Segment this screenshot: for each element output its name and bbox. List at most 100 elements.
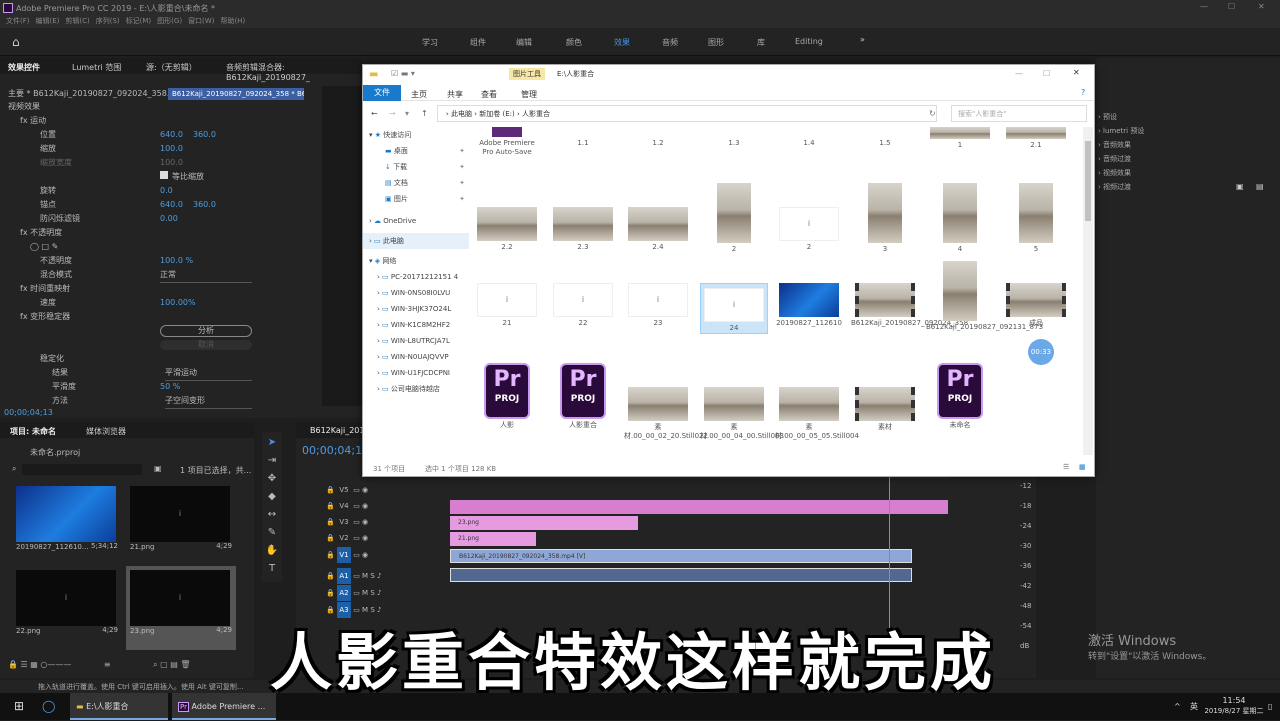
- file-item[interactable]: 素材: [851, 387, 919, 432]
- project-item[interactable]: ⅰ 21.png 4;29: [130, 486, 232, 562]
- file-item[interactable]: 5: [1002, 183, 1070, 254]
- lock-icon[interactable]: 🔒: [326, 502, 335, 510]
- a1-clip[interactable]: [450, 568, 912, 582]
- selection-tool-icon[interactable]: ➤: [265, 436, 279, 450]
- mute-button[interactable]: M: [362, 572, 368, 580]
- anchor-y-value[interactable]: 360.0: [193, 198, 216, 212]
- track-label[interactable]: V1: [336, 547, 351, 563]
- menu-item[interactable]: 标记(M): [126, 16, 152, 26]
- nav-network-item[interactable]: › ▭ WIN-K1C8M2HF2: [363, 317, 469, 333]
- nav-onedrive[interactable]: › ☁ OneDrive: [363, 213, 469, 229]
- slip-tool-icon[interactable]: ↔: [265, 508, 279, 522]
- file-item[interactable]: 4: [926, 183, 994, 254]
- effects-folder[interactable]: › 视频效果: [1098, 166, 1144, 180]
- cortana-icon[interactable]: ◯: [42, 693, 55, 720]
- close-button[interactable]: ✕: [1258, 2, 1265, 11]
- icon-view-icon[interactable]: ▦: [30, 660, 38, 669]
- ripple-edit-tool-icon[interactable]: ✥: [265, 472, 279, 486]
- explorer-scrollbar[interactable]: [1083, 127, 1093, 455]
- ribbon-tab-home[interactable]: 主页: [411, 89, 427, 100]
- taskbar-app-explorer[interactable]: ▬ E:\人影重合: [70, 693, 168, 720]
- menu-item[interactable]: 图形(G): [157, 16, 182, 26]
- uniform-scale-checkbox[interactable]: [160, 171, 168, 179]
- blend-mode-select[interactable]: 正常: [160, 268, 252, 283]
- track-label[interactable]: V5: [337, 482, 351, 498]
- video-track-header[interactable]: 🔒 V2 ▭ ◉: [326, 530, 446, 546]
- method-select[interactable]: 子空间变形: [165, 394, 252, 409]
- file-item[interactable]: 素材.00_00_04_00.Still003: [700, 387, 784, 441]
- menu-item[interactable]: 窗口(W): [188, 16, 214, 26]
- effects-folder[interactable]: › 预设: [1098, 110, 1144, 124]
- tab-source[interactable]: 源:（无剪辑）: [146, 62, 197, 73]
- eye-icon[interactable]: ◉: [362, 486, 368, 494]
- v3-clip[interactable]: 23.png: [450, 516, 638, 530]
- sync-icon[interactable]: ▭: [353, 551, 360, 559]
- file-item[interactable]: B612Kaji_20190827_092024_358: [851, 283, 968, 328]
- home-icon[interactable]: ⌂: [12, 35, 20, 49]
- position-x-value[interactable]: 640.0: [160, 128, 183, 142]
- ribbon-tab-share[interactable]: 共享: [447, 89, 463, 100]
- file-item[interactable]: Pr PROJ 未命名: [926, 363, 994, 430]
- new-item-icon[interactable]: ▤: [170, 660, 178, 669]
- tab-audio-mixer[interactable]: 音频剪辑混合器: B612Kaji_20190827_: [226, 62, 362, 82]
- effects-folder[interactable]: › 音频过渡: [1098, 152, 1144, 166]
- smoothness-value[interactable]: 50 %: [160, 380, 180, 394]
- file-item[interactable]: 2: [700, 183, 768, 254]
- scale-value[interactable]: 100.0: [160, 142, 183, 156]
- track-select-tool-icon[interactable]: ⇥: [265, 454, 279, 468]
- ellipse-mask-icon[interactable]: ◯: [30, 242, 39, 251]
- nav-network-item[interactable]: › ▭ WIN-0NS08I0LVU: [363, 285, 469, 301]
- file-item[interactable]: 1.5: [851, 127, 919, 148]
- nav-network-item[interactable]: › ▭ WIN-3HJK37O24L: [363, 301, 469, 317]
- razor-tool-icon[interactable]: ◆: [265, 490, 279, 504]
- tray-expand-icon[interactable]: ^: [1174, 693, 1181, 720]
- position-y-value[interactable]: 360.0: [193, 128, 216, 142]
- sort-icon[interactable]: ≡: [104, 660, 111, 669]
- workspace-tab[interactable]: 组件: [470, 37, 486, 48]
- eye-icon[interactable]: ◉: [362, 518, 368, 526]
- video-track-header[interactable]: 🔒 V5 ▭ ◉: [326, 482, 446, 498]
- file-item[interactable]: 素材.00_00_05_05.Still004: [775, 387, 859, 441]
- up-icon[interactable]: ↑: [421, 109, 428, 118]
- file-item[interactable]: ⅰ 21: [473, 283, 541, 328]
- file-item[interactable]: 2.4: [624, 207, 692, 252]
- quick-access-toolbar[interactable]: ☑ ▬ ▾: [391, 69, 415, 78]
- video-track-header[interactable]: 🔒 V1 ▭ ◉: [326, 547, 446, 563]
- cancel-button[interactable]: 取消: [160, 340, 252, 350]
- nav-quick-access[interactable]: ▾ ★ 快速访问: [363, 127, 469, 143]
- clock[interactable]: 11:54 2019/8/27 星期二: [1204, 696, 1264, 716]
- new-item-icon[interactable]: ▤: [1256, 182, 1264, 191]
- notification-icon[interactable]: ▯: [1268, 693, 1272, 720]
- analyze-button[interactable]: 分析: [160, 325, 252, 337]
- opacity-value[interactable]: 100.0 %: [160, 254, 193, 268]
- project-item[interactable]: ⅰ 23.png 4;29: [126, 566, 236, 650]
- nav-network-item[interactable]: › ▭ WIN-U1FJCDCPNI: [363, 365, 469, 381]
- file-item[interactable]: 1: [926, 127, 994, 150]
- type-tool-icon[interactable]: T: [265, 562, 279, 576]
- nav-quick-item[interactable]: ▬ 桌面 ✦: [363, 143, 469, 159]
- file-item[interactable]: Pr PROJ 人影重合: [549, 363, 617, 430]
- tab-effect-controls[interactable]: 效果控件: [8, 62, 40, 73]
- taskbar-app-premiere[interactable]: Pr Adobe Premiere ...: [172, 693, 276, 720]
- lock-icon[interactable]: 🔒: [326, 589, 335, 597]
- anchor-x-value[interactable]: 640.0: [160, 198, 183, 212]
- ribbon-tab-view[interactable]: 查看: [481, 89, 497, 100]
- audio-track-header[interactable]: 🔒 A1 ▭ M S ♪: [326, 568, 446, 584]
- tab-project[interactable]: 项目: 未命名: [10, 426, 56, 437]
- pen-tool-icon[interactable]: ✎: [265, 526, 279, 540]
- more-workspaces-icon[interactable]: »: [860, 35, 865, 44]
- effects-folder[interactable]: › 视频过渡: [1098, 180, 1144, 194]
- crumb-folder[interactable]: 人影重合: [522, 110, 550, 118]
- recent-icon[interactable]: ▾: [405, 109, 409, 118]
- crumb-drive[interactable]: 新加卷 (E:): [479, 110, 514, 118]
- eye-icon[interactable]: ◉: [362, 534, 368, 542]
- sync-icon[interactable]: ▭: [353, 572, 360, 580]
- file-item[interactable]: Pr PROJ 人影: [473, 363, 541, 430]
- track-label[interactable]: V3: [337, 514, 351, 530]
- lock-icon[interactable]: 🔒: [8, 660, 18, 669]
- file-item[interactable]: 1.2: [624, 127, 692, 148]
- file-item[interactable]: 成品: [1002, 283, 1070, 328]
- details-view-icon[interactable]: ☰: [1063, 463, 1069, 471]
- sync-icon[interactable]: ▭: [353, 589, 360, 597]
- file-item[interactable]: 1.3: [700, 127, 768, 148]
